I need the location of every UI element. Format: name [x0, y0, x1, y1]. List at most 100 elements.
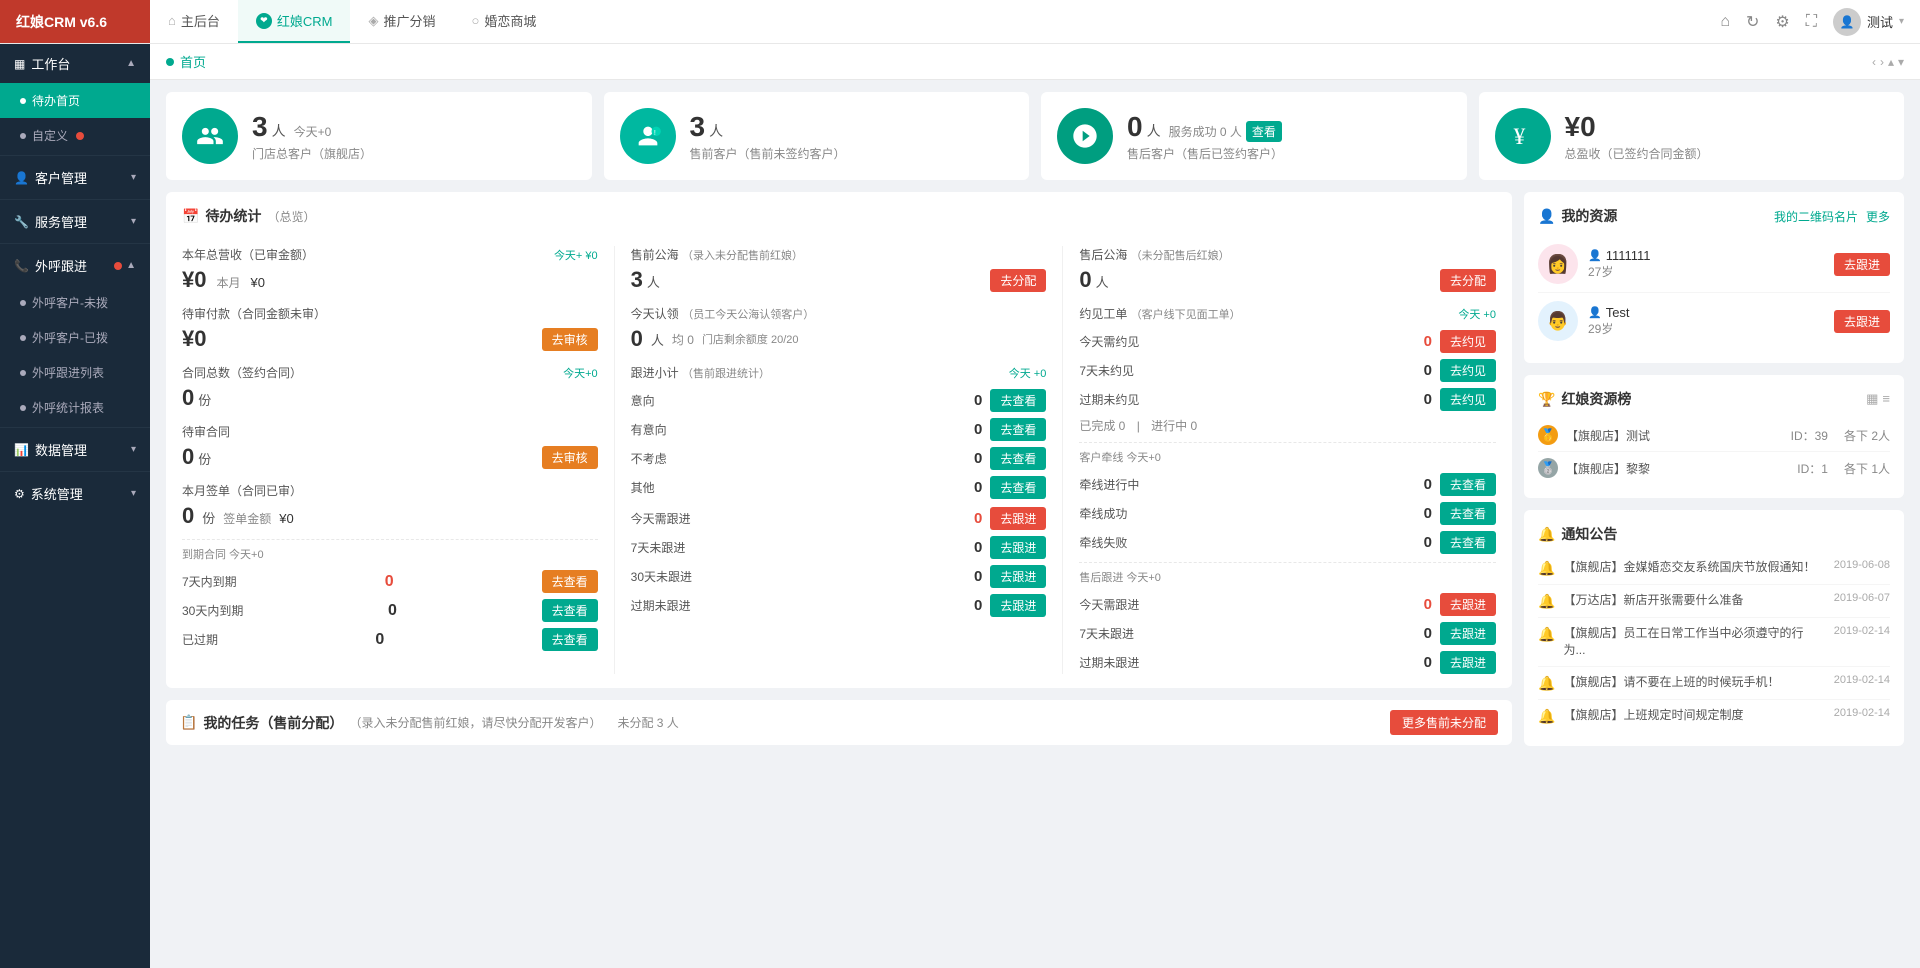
- after-need-follow-today-btn[interactable]: 去跟进: [1440, 593, 1496, 616]
- rankings-view-options: ▦ ≡: [1866, 391, 1890, 407]
- sidebar-item-external-stats[interactable]: 外呼统计报表: [0, 390, 150, 425]
- avatar-female: 👩: [1538, 244, 1578, 284]
- aftersale-sea-btn[interactable]: 去分配: [1440, 269, 1496, 292]
- breadcrumb-right-icon[interactable]: ›: [1880, 55, 1884, 69]
- right-panel: 👤 我的资源 我的二维码名片 更多 👩: [1524, 192, 1904, 758]
- notice-item-2: 🔔 【万达店】新店开张需要什么准备 2019-06-07: [1538, 585, 1890, 618]
- no-consider-row: 不考虑 0 去查看: [631, 447, 1047, 470]
- pending-contracts-btn[interactable]: 去审核: [542, 446, 598, 469]
- sidebar-item-external-called[interactable]: 外呼客户-已拨: [0, 320, 150, 355]
- need-follow-today-btn[interactable]: 去跟进: [990, 507, 1046, 530]
- in-progress2-btn[interactable]: 去查看: [1440, 473, 1496, 496]
- check-button[interactable]: 查看: [1246, 121, 1282, 142]
- medal-gold: 🥇: [1538, 425, 1558, 445]
- stat-info-presale: 3 人 售前客户（售前未签约客户）: [690, 111, 1014, 162]
- sidebar-item-customer-mgmt[interactable]: 👤 客户管理 ▾: [0, 158, 150, 197]
- fullscreen-icon[interactable]: ⛶: [1806, 13, 1817, 31]
- no-follow-30d-btn[interactable]: 去跟进: [990, 565, 1046, 588]
- top-nav-right: ⌂ ↻ ⚙ ⛶ 👤 测试 ▾: [1720, 8, 1920, 36]
- list-view-icon[interactable]: ≡: [1882, 391, 1890, 407]
- breadcrumb-nav-arrows: ‹ › ▴ ▾: [1872, 55, 1904, 69]
- tab-home[interactable]: ⌂ 主后台: [150, 0, 238, 43]
- success-btn[interactable]: 去查看: [1440, 502, 1496, 525]
- breadcrumb-down-icon[interactable]: ▾: [1898, 55, 1904, 69]
- overdue-follow-btn[interactable]: 去跟进: [990, 594, 1046, 617]
- presale-sea-btn[interactable]: 去分配: [990, 269, 1046, 292]
- stat-info-total-customers: 3 人 今天+0 门店总客户（旗舰店）: [252, 111, 576, 162]
- tab-promo[interactable]: ◈ 推广分销: [350, 0, 453, 43]
- follow-btn-2[interactable]: 去跟进: [1834, 310, 1890, 333]
- stat-icon-revenue: ¥: [1495, 108, 1551, 164]
- rankings-header: 🏆 红娘资源榜 ▦ ≡: [1538, 389, 1890, 409]
- tasks-icon: 📋: [180, 714, 197, 731]
- settings-icon[interactable]: ⚙: [1775, 12, 1789, 32]
- stat-icon-aftersale: [1057, 108, 1113, 164]
- stat-info-revenue: ¥0 总盈收（已签约合同金额）: [1565, 111, 1889, 162]
- after-overdue-follow-btn[interactable]: 去跟进: [1440, 651, 1496, 674]
- failed-btn[interactable]: 去查看: [1440, 531, 1496, 554]
- expired-row: 已过期 0 去查看: [182, 628, 598, 651]
- grid-view-icon[interactable]: ▦: [1866, 391, 1878, 407]
- stat-icon-presale: !: [620, 108, 676, 164]
- avatar: 👤: [1833, 8, 1861, 36]
- refresh-icon[interactable]: ↻: [1746, 12, 1759, 32]
- pending-payment-btn[interactable]: 去审核: [542, 328, 598, 351]
- notice-item-3: 🔔 【旗舰店】员工在日常工作当中必须遵守的行为... 2019-02-14: [1538, 618, 1890, 667]
- after-no-follow-7d-btn[interactable]: 去跟进: [1440, 622, 1496, 645]
- stat-card-total-customers: 3 人 今天+0 门店总客户（旗舰店）: [166, 92, 592, 180]
- resource-info-2: 👤 Test 29岁: [1588, 305, 1630, 337]
- home-icon[interactable]: ⌂: [1720, 13, 1730, 31]
- breadcrumb-left-icon[interactable]: ‹: [1872, 55, 1876, 69]
- monthly-signed-row: 本月签单（合同已审） 0 份 签单金额 ¥0: [182, 482, 598, 529]
- user-info[interactable]: 👤 测试 ▾: [1833, 8, 1904, 36]
- breadcrumb-up-icon[interactable]: ▴: [1888, 55, 1894, 69]
- customer-line-divider: 客户牵线 今天+0: [1079, 442, 1496, 465]
- intent-btn[interactable]: 去查看: [990, 389, 1046, 412]
- sidebar-item-external-not-called[interactable]: 外呼客户-未拨: [0, 285, 150, 320]
- chevron-down-icon: ▾: [131, 488, 136, 499]
- no-follow-7d-btn[interactable]: 去跟进: [990, 536, 1046, 559]
- left-panel: 📅 待办统计 （总览） 本年总营收（已审金额）: [166, 192, 1512, 758]
- has-intent-row: 有意向 0 去查看: [631, 418, 1047, 441]
- expired-btn[interactable]: 去查看: [542, 628, 598, 651]
- notice-item-5: 🔔 【旗舰店】上班规定时间规定制度 2019-02-14: [1538, 700, 1890, 732]
- no-consider-btn[interactable]: 去查看: [990, 447, 1046, 470]
- other-btn[interactable]: 去查看: [990, 476, 1046, 499]
- sidebar-item-external-follow-list[interactable]: 外呼跟进列表: [0, 355, 150, 390]
- overdue-appt-btn[interactable]: 去约见: [1440, 388, 1496, 411]
- overdue-appt-row: 过期未约见 0 去约见: [1079, 388, 1496, 411]
- dot-icon: [20, 370, 26, 376]
- today-claim-row: 今天认领 （员工今天公海认领客户） 0 人 均 0 门店剩余额度 20/20: [631, 305, 1047, 352]
- expiry-divider: 到期合同 今天+0: [182, 539, 598, 562]
- breadcrumb-dot: [166, 58, 174, 66]
- failed-row: 牵线失败 0 去查看: [1079, 531, 1496, 554]
- stat-card-aftersale: 0 人 服务成功 0 人 查看 售后客户（售后已签约客户）: [1041, 92, 1467, 180]
- sidebar-item-system-mgmt[interactable]: ⚙ 系统管理 ▾: [0, 474, 150, 513]
- no-7d-btn[interactable]: 去约见: [1440, 359, 1496, 382]
- follow-btn-1[interactable]: 去跟进: [1834, 253, 1890, 276]
- annual-revenue-row: 本年总营收（已审金额） 今天+ ¥0 ¥0 本月 ¥0: [182, 246, 598, 293]
- need-today-btn[interactable]: 去约见: [1440, 330, 1496, 353]
- tab-home-icon: ⌂: [168, 13, 176, 28]
- chevron-up-icon: ▲: [126, 260, 136, 271]
- notice-bell-2: 🔔: [1538, 593, 1555, 610]
- sidebar-item-customize[interactable]: 自定义: [0, 118, 150, 153]
- sidebar-item-service-mgmt[interactable]: 🔧 服务管理 ▾: [0, 202, 150, 241]
- sidebar-header-workbench[interactable]: ▦ 工作台 ▲: [0, 44, 150, 83]
- notice-bell-3: 🔔: [1538, 626, 1555, 643]
- tab-crm[interactable]: ❤ 红娘CRM: [238, 0, 351, 43]
- d30-btn[interactable]: 去查看: [542, 599, 598, 622]
- avatar-male: 👨: [1538, 301, 1578, 341]
- notices-card: 🔔 通知公告 🔔 【旗舰店】金媒婚恋交友系统国庆节放假通知！ 2019-06-0…: [1524, 510, 1904, 746]
- sidebar-item-data-mgmt[interactable]: 📊 数据管理 ▾: [0, 430, 150, 469]
- rankings-title: 🏆 红娘资源榜: [1538, 389, 1631, 409]
- tasks-more-btn[interactable]: 更多售前未分配: [1390, 710, 1498, 735]
- sidebar-item-pending-home[interactable]: 待办首页: [0, 83, 150, 118]
- breadcrumb-bar: 首页 ‹ › ▴ ▾: [150, 44, 1920, 80]
- tab-shop[interactable]: ○ 婚恋商城: [454, 0, 555, 43]
- sidebar-header-external-follow[interactable]: 📞 外呼跟进 ▲: [0, 246, 150, 285]
- d30-row: 30天内到期 0 去查看: [182, 599, 598, 622]
- has-intent-btn[interactable]: 去查看: [990, 418, 1046, 441]
- d7-btn[interactable]: 去查看: [542, 570, 598, 593]
- after-follow-divider: 售后跟进 今天+0: [1079, 562, 1496, 585]
